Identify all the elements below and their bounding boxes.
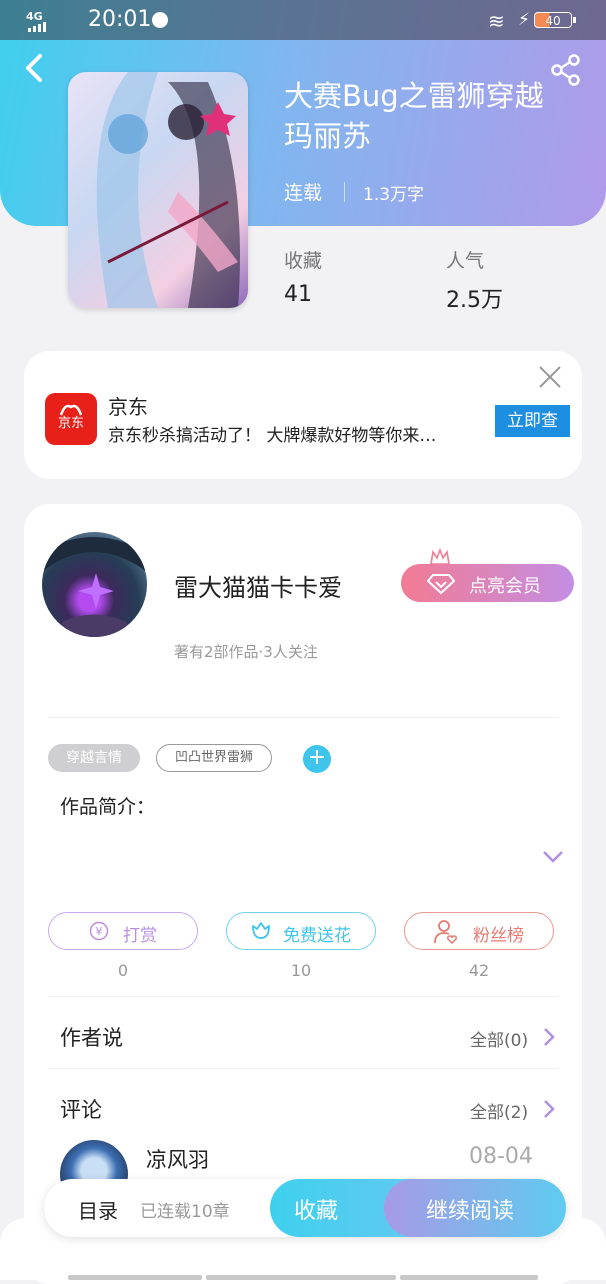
divider bbox=[48, 996, 558, 997]
status-divider bbox=[344, 182, 345, 202]
comment-date: 08-04 bbox=[469, 1144, 533, 1169]
tip-count: 0 bbox=[117, 961, 129, 980]
gesture-bar bbox=[400, 1275, 538, 1280]
ad-action-button[interactable]: 立即查 bbox=[495, 405, 570, 437]
charging-icon: ⚡ bbox=[518, 10, 530, 30]
add-tag-button[interactable]: + bbox=[303, 745, 331, 773]
author-meta: 著有2部作品·3人关注 bbox=[174, 643, 318, 661]
favorites-button-label: 收藏 bbox=[294, 1199, 339, 1224]
send-flower-label: 免费送花 bbox=[283, 926, 351, 946]
fan-ranking-button[interactable]: 粉丝榜 bbox=[404, 912, 554, 950]
favorites-count: 41 bbox=[284, 282, 312, 307]
popularity-label: 人气 bbox=[446, 250, 485, 272]
signal-icon bbox=[28, 22, 46, 32]
flower-count: 10 bbox=[290, 961, 312, 980]
battery-indicator: 40 bbox=[534, 12, 576, 28]
continue-reading-label: 继续阅读 bbox=[426, 1199, 515, 1224]
gesture-bar bbox=[68, 1275, 202, 1280]
book-detail-card: 雷大猫猫卡卡爱 点亮会员 著有2部作品·3人关注 穿越言情 凹凸世界雷狮 + 作… bbox=[24, 504, 582, 1284]
chevron-right-icon[interactable] bbox=[542, 1098, 556, 1120]
ad-banner[interactable]: 京东 京东 京东秒杀搞活动了！ 大牌爆款好物等你来… 立即查 bbox=[24, 351, 582, 479]
jd-logo-icon: 京东 bbox=[45, 393, 97, 445]
wifi-icon: ≋ bbox=[488, 9, 505, 33]
author-name[interactable]: 雷大猫猫卡卡爱 bbox=[174, 568, 342, 603]
status-bar: 4G 20:01 ≋ ⚡ 40 bbox=[0, 0, 606, 40]
book-title: 大赛Bug之雷狮穿越玛丽苏 bbox=[284, 79, 544, 153]
activate-vip-button[interactable]: 点亮会员 bbox=[401, 564, 574, 602]
ad-title: 京东 bbox=[108, 395, 148, 419]
tag-chip[interactable]: 穿越言情 bbox=[48, 744, 140, 772]
back-icon[interactable] bbox=[22, 52, 50, 84]
chevron-down-icon[interactable] bbox=[542, 850, 564, 864]
divider bbox=[48, 717, 558, 718]
author-says-title: 作者说 bbox=[60, 1026, 123, 1050]
diamond-icon bbox=[427, 574, 455, 595]
author-says-all-link[interactable]: 全部(0) bbox=[470, 1026, 528, 1051]
divider bbox=[48, 1068, 558, 1069]
share-icon[interactable] bbox=[549, 54, 583, 86]
app-notification-icon bbox=[152, 12, 168, 28]
chevron-right-icon[interactable] bbox=[542, 1026, 556, 1048]
serial-status: 连载 bbox=[284, 182, 323, 204]
yen-coin-icon: ¥ bbox=[89, 921, 109, 941]
fan-count: 42 bbox=[468, 961, 490, 980]
user-heart-icon bbox=[434, 920, 457, 945]
comments-all-link[interactable]: 全部(2) bbox=[470, 1098, 528, 1123]
favorites-label: 收藏 bbox=[284, 250, 323, 272]
gesture-bar bbox=[206, 1275, 396, 1280]
fan-ranking-label: 粉丝榜 bbox=[473, 926, 524, 946]
close-icon[interactable] bbox=[538, 365, 562, 389]
comments-title: 评论 bbox=[60, 1098, 102, 1122]
clock: 20:01 bbox=[88, 7, 152, 32]
book-cover-image[interactable] bbox=[68, 72, 248, 308]
bottom-action-bar: 目录 已连载10章 收藏 继续阅读 bbox=[44, 1179, 566, 1237]
tag-chip[interactable]: 凹凸世界雷狮 bbox=[156, 744, 272, 772]
chapter-count: 已连载10章 bbox=[140, 1202, 230, 1222]
tip-button[interactable]: ¥ 打赏 bbox=[48, 912, 198, 950]
flower-icon bbox=[252, 922, 270, 939]
svg-text:¥: ¥ bbox=[96, 925, 103, 938]
word-count: 1.3万字 bbox=[363, 185, 425, 205]
popularity-count: 2.5万 bbox=[446, 288, 503, 313]
ad-description: 京东秒杀搞活动了！ 大牌爆款好物等你来… bbox=[108, 426, 437, 446]
author-avatar[interactable] bbox=[42, 532, 147, 637]
synopsis-label: 作品简介： bbox=[60, 796, 156, 818]
vip-button-label: 点亮会员 bbox=[469, 576, 541, 597]
commenter-name[interactable]: 凉风羽 bbox=[146, 1144, 209, 1174]
toc-button[interactable]: 目录 bbox=[78, 1195, 118, 1224]
send-flower-button[interactable]: 免费送花 bbox=[226, 912, 376, 950]
tip-label: 打赏 bbox=[123, 926, 157, 946]
continue-reading-button[interactable]: 继续阅读 bbox=[384, 1179, 566, 1237]
